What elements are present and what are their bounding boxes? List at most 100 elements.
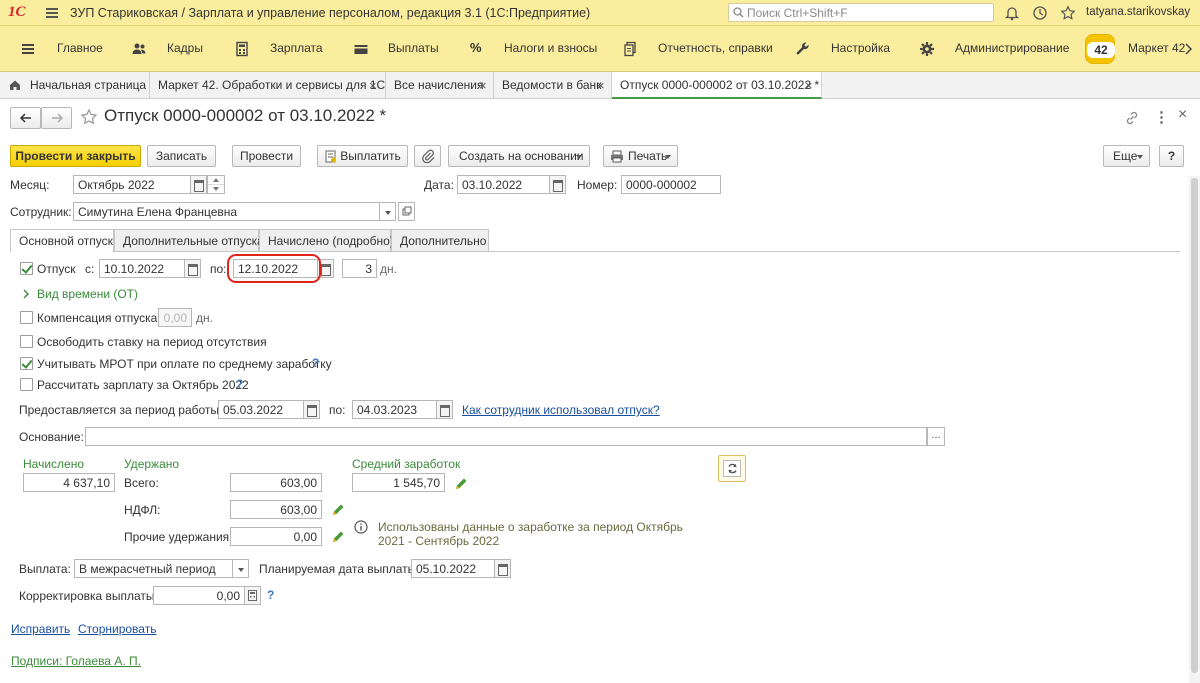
work-period-from-calendar-icon[interactable] (304, 400, 320, 419)
open-employee-button[interactable] (398, 202, 415, 221)
save-button[interactable]: Записать (147, 145, 216, 167)
edit-avg-pencil-icon[interactable] (454, 477, 468, 491)
section-settings[interactable]: Настройка (831, 41, 890, 59)
tab-market42[interactable]: Маркет 42. Обработки и сервисы для 1С × (150, 72, 386, 99)
mrot-help-icon[interactable]: ? (312, 356, 319, 370)
favorite-star-icon[interactable] (80, 108, 98, 126)
tab-home[interactable]: Начальная страница (0, 72, 150, 99)
scrollbar-thumb[interactable] (1191, 178, 1198, 673)
calc-salary-checkbox[interactable] (20, 378, 33, 391)
post-button[interactable]: Провести (232, 145, 301, 167)
date-calendar-icon[interactable] (550, 175, 566, 194)
print-button[interactable]: Печать (603, 145, 678, 167)
close-form-icon[interactable]: × (1178, 106, 1187, 124)
free-rate-label: Освободить ставку на период отсутствия (37, 335, 267, 349)
user-name[interactable]: tatyana.starikovskay (1086, 6, 1190, 18)
free-rate-checkbox[interactable] (20, 335, 33, 348)
close-icon[interactable]: × (805, 78, 813, 93)
favorites-star-icon[interactable] (1060, 5, 1076, 21)
section-reports[interactable]: Отчетность, справки (658, 41, 773, 59)
compensation-days-field: 0,00 (158, 308, 192, 327)
signatures-link[interactable]: Подписи: Голаева А. П. (11, 654, 141, 668)
correction-field[interactable]: 0,00 (153, 586, 245, 605)
market-42-logo[interactable]: 42 (1085, 34, 1115, 64)
basis-field[interactable] (85, 427, 927, 446)
vacation-days-field[interactable]: 3 (342, 259, 377, 278)
month-spinner[interactable] (207, 175, 225, 194)
section-taxes[interactable]: Налоги и взносы (504, 41, 597, 59)
global-search-input[interactable]: Поиск Ctrl+Shift+F (728, 3, 994, 22)
close-icon[interactable]: × (597, 78, 605, 93)
link-icon[interactable] (1124, 110, 1140, 126)
vacation-from-calendar-icon[interactable] (185, 259, 201, 278)
attach-files-button[interactable] (414, 145, 441, 167)
tab-bank-statements[interactable]: Ведомости в банк × (494, 72, 612, 99)
fix-link[interactable]: Исправить (11, 622, 70, 636)
calc-salary-help-icon[interactable]: ? (236, 377, 243, 391)
vacation-from-field[interactable]: 10.10.2022 (99, 259, 185, 278)
close-icon[interactable]: × (479, 78, 487, 93)
main-menu-icon[interactable] (44, 5, 60, 21)
bell-icon[interactable] (1004, 5, 1020, 21)
hamburger-icon[interactable] (20, 41, 36, 57)
mrot-checkbox[interactable] (20, 357, 33, 370)
reverse-link[interactable]: Сторнировать (78, 622, 156, 636)
correction-help-icon[interactable]: ? (267, 588, 274, 602)
work-period-from-field[interactable]: 05.03.2022 (218, 400, 304, 419)
mrot-label: Учитывать МРОТ при оплате по среднему за… (37, 357, 332, 371)
employee-dropdown-icon[interactable] (380, 202, 396, 221)
tab-additional-vacations[interactable]: Дополнительные отпуска (114, 229, 264, 251)
pay-button[interactable]: Выплатить (317, 145, 408, 167)
time-type-toggle[interactable]: Вид времени (ОТ) (37, 287, 138, 301)
planned-date-calendar-icon[interactable] (495, 559, 511, 578)
printer-icon (611, 150, 623, 163)
work-period-to-label: по: (329, 403, 346, 417)
back-button[interactable] (10, 107, 41, 129)
refresh-button[interactable] (718, 455, 746, 482)
work-period-to-field[interactable]: 04.03.2023 (352, 400, 437, 419)
chevron-right-icon[interactable] (1184, 41, 1194, 57)
help-button[interactable]: ? (1159, 145, 1184, 167)
section-main[interactable]: Главное (57, 41, 103, 59)
expand-chevron-icon[interactable] (22, 289, 30, 299)
edit-ndfl-pencil-icon[interactable] (331, 503, 345, 517)
create-based-on-button[interactable]: Создать на основании (448, 145, 590, 167)
section-payments[interactable]: Выплаты (388, 41, 439, 59)
calculator-button[interactable] (245, 586, 261, 605)
basis-select-button[interactable]: ... (927, 427, 945, 446)
employee-field[interactable]: Симутина Елена Францевна (73, 202, 380, 221)
tab-additional[interactable]: Дополнительно (391, 229, 489, 251)
tab-main-vacation[interactable]: Основной отпуск (10, 229, 114, 252)
section-market[interactable]: Маркет 42 (1128, 41, 1185, 59)
tab-accrued-details[interactable]: Начислено (подробно) (259, 229, 394, 251)
history-icon[interactable] (1032, 5, 1048, 21)
edit-other-pencil-icon[interactable] (331, 530, 345, 544)
more-button[interactable]: Еще (1103, 145, 1150, 167)
vertical-scrollbar[interactable] (1189, 176, 1200, 683)
payment-dropdown-icon[interactable] (233, 559, 249, 578)
work-period-to-calendar-icon[interactable] (437, 400, 453, 419)
month-field[interactable]: Октябрь 2022 (73, 175, 191, 194)
tab-all-accruals[interactable]: Все начисления × (386, 72, 494, 99)
sections-panel: Главное Кадры Зарплата Выплаты % Налоги … (0, 26, 1200, 72)
compensation-checkbox[interactable] (20, 311, 33, 324)
total-withheld-label: Всего: (124, 476, 159, 490)
vacation-checkbox[interactable] (20, 262, 33, 275)
section-hr[interactable]: Кадры (167, 41, 203, 59)
people-icon (132, 43, 146, 54)
section-admin[interactable]: Администрирование (955, 41, 1069, 59)
other-withholdings-label: Прочие удержания: (124, 530, 233, 544)
month-calendar-icon[interactable] (191, 175, 207, 194)
planned-date-field[interactable]: 05.10.2022 (411, 559, 495, 578)
date-field[interactable]: 03.10.2022 (457, 175, 550, 194)
more-vertical-icon[interactable]: ⋮ (1154, 108, 1169, 126)
forward-button[interactable] (41, 107, 72, 129)
number-field[interactable]: 0000-000002 (621, 175, 721, 194)
section-salary[interactable]: Зарплата (270, 41, 323, 59)
search-icon (733, 7, 744, 18)
close-icon[interactable]: × (369, 78, 377, 93)
tab-vacation-document[interactable]: Отпуск 0000-000002 от 03.10.2022 * × (612, 72, 822, 99)
payment-field[interactable]: В межрасчетный период (74, 559, 233, 578)
post-and-close-button[interactable]: Провести и закрыть (10, 145, 141, 167)
vacation-usage-link[interactable]: Как сотрудник использовал отпуск? (462, 403, 660, 417)
